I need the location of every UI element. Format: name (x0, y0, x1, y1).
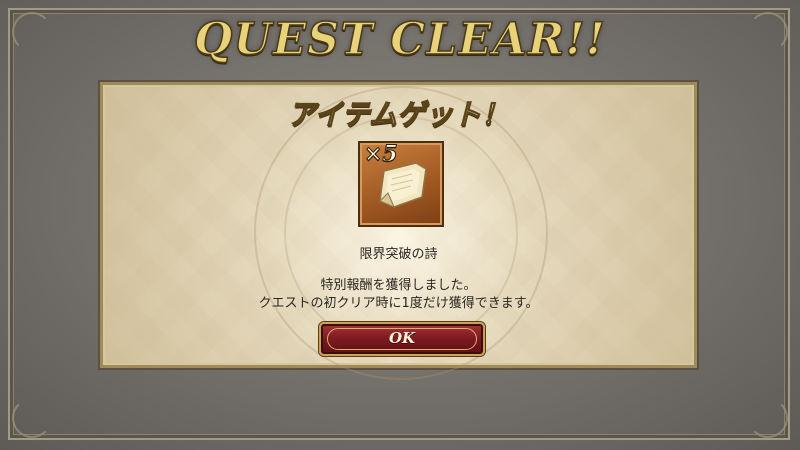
corner-ornament-icon (12, 398, 52, 438)
item-quantity: ×5 (364, 141, 399, 168)
ok-button-label: OK (388, 329, 416, 347)
quest-clear-screen: QUEST CLEAR!! アイテムゲット！ ×5 限界突破の詩 特別報酬を獲得… (0, 0, 800, 450)
reward-item-slot: ×5 (358, 141, 444, 227)
reward-message: 特別報酬を獲得しました。 クエストの初クリア時に1度だけ獲得できます。 (103, 277, 694, 313)
item-name: 限界突破の詩 (359, 247, 438, 262)
quest-clear-title: QUEST CLEAR!! (193, 13, 606, 66)
corner-ornament-icon (748, 398, 788, 438)
ok-button[interactable]: OK (319, 322, 485, 356)
reward-message-line2: クエストの初クリア時に1度だけ獲得できます。 (258, 296, 539, 311)
reward-message-line1: 特別報酬を獲得しました。 (320, 278, 477, 293)
item-get-heading: アイテムゲット！ (287, 97, 510, 131)
reward-panel: アイテムゲット！ ×5 限界突破の詩 特別報酬を獲得しました。 クエストの初クリ… (100, 82, 697, 380)
